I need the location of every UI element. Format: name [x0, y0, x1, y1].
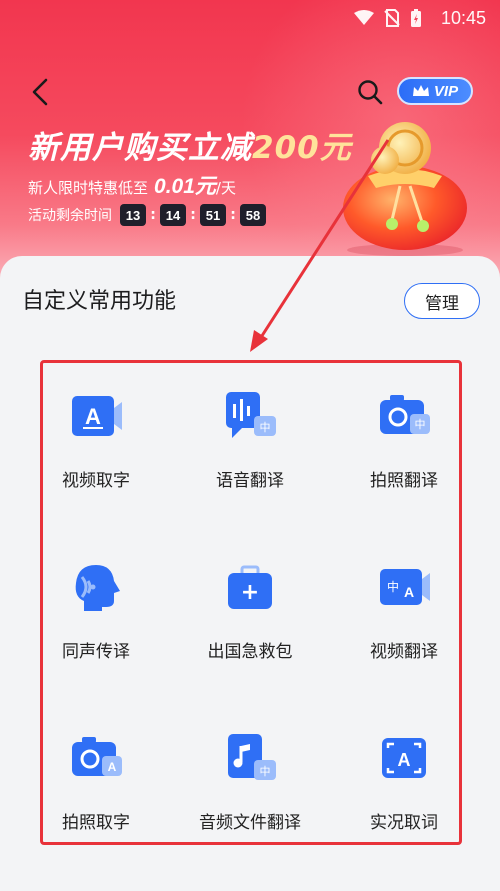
no-sim-icon	[384, 9, 400, 27]
promo-subtitle-text: 新人限时特惠低至	[28, 179, 149, 197]
promo-title-text: 新用户购买立减	[28, 130, 252, 166]
back-button[interactable]	[22, 74, 58, 110]
promo-title-highlight: 200元	[252, 130, 352, 166]
countdown: 活动剩余时间 13 : 14 : 51 : 58	[28, 204, 266, 226]
promo-title: 新用户购买立减200元	[28, 122, 352, 167]
photo-text-icon: A	[72, 737, 122, 776]
svg-text:+: +	[241, 580, 259, 605]
feature-label: 同声传译	[62, 642, 130, 662]
feature-video-translate[interactable]: 中 A 视频翻译	[334, 541, 474, 691]
feature-photo-text[interactable]: A 拍照取字	[26, 712, 166, 862]
svg-text:A: A	[108, 760, 117, 774]
search-icon	[358, 80, 383, 105]
svg-text:A: A	[85, 404, 101, 429]
feature-label: 出国急救包	[207, 642, 293, 662]
feature-label: 拍照翻译	[370, 471, 438, 491]
svg-text:中: 中	[260, 421, 271, 434]
simultaneous-interpretation-icon	[75, 565, 120, 611]
feature-label: 视频翻译	[370, 642, 438, 662]
status-time: 10:45	[440, 8, 486, 28]
lucky-bag-icon	[343, 122, 467, 256]
svg-text:中: 中	[260, 765, 271, 778]
feature-audio-file-translate[interactable]: 中 音频文件翻译	[180, 712, 320, 862]
countdown-days: 13	[120, 204, 146, 226]
countdown-hours: 14	[160, 204, 186, 226]
voice-translate-icon: 中	[226, 392, 276, 438]
promo-price-unit: /天	[215, 179, 236, 197]
feature-label: 实况取词	[370, 813, 438, 833]
top-nav: VIP	[0, 70, 500, 114]
search-button[interactable]	[352, 74, 388, 110]
status-bar: 10:45	[0, 0, 500, 36]
video-text-icon: A	[72, 396, 122, 436]
wifi-icon	[354, 10, 374, 25]
photo-translate-icon: 中	[380, 395, 430, 434]
custom-features-card: 自定义常用功能 管理 A 视频取字 中 语音翻译 中 拍照翻译 同声传译 + 出…	[0, 256, 500, 891]
feature-label: 音频文件翻译	[199, 813, 301, 833]
live-text-icon: A	[382, 738, 426, 778]
feature-voice-translate[interactable]: 中 语音翻译	[180, 370, 320, 520]
svg-text:中: 中	[387, 579, 399, 594]
vip-button[interactable]: VIP	[397, 77, 473, 105]
vip-label: VIP	[433, 82, 459, 100]
first-aid-kit-icon: +	[228, 565, 272, 609]
feature-label: 语音翻译	[216, 471, 284, 491]
promo-banner[interactable]: 10:45 VIP 新用户购买立减200元 新人限时特惠低至 0.01元/天 活…	[0, 0, 500, 300]
battery-charging-icon	[411, 9, 421, 27]
countdown-seconds: 58	[240, 204, 266, 226]
crown-icon	[412, 85, 429, 96]
feature-photo-translate[interactable]: 中 拍照翻译	[334, 370, 474, 520]
feature-simultaneous-interpretation[interactable]: 同声传译	[26, 541, 166, 691]
promo-subtitle: 新人限时特惠低至 0.01元/天	[28, 170, 236, 200]
countdown-label: 活动剩余时间	[28, 208, 112, 224]
section-title: 自定义常用功能	[22, 289, 177, 314]
feature-video-text[interactable]: A 视频取字	[26, 370, 166, 520]
feature-first-aid-kit[interactable]: + 出国急救包	[180, 541, 320, 691]
manage-button[interactable]: 管理	[404, 283, 480, 319]
svg-text:A: A	[398, 750, 411, 770]
feature-label: 拍照取字	[62, 813, 130, 833]
promo-price: 0.01元	[154, 175, 216, 198]
svg-text:A: A	[404, 584, 414, 600]
feature-label: 视频取字	[62, 471, 130, 491]
audio-file-translate-icon: 中	[228, 734, 276, 780]
feature-live-text[interactable]: A 实况取词	[334, 712, 474, 862]
svg-text:中: 中	[415, 418, 426, 431]
chevron-left-icon	[32, 78, 48, 106]
video-translate-icon: 中 A	[380, 569, 430, 605]
countdown-minutes: 51	[200, 204, 226, 226]
